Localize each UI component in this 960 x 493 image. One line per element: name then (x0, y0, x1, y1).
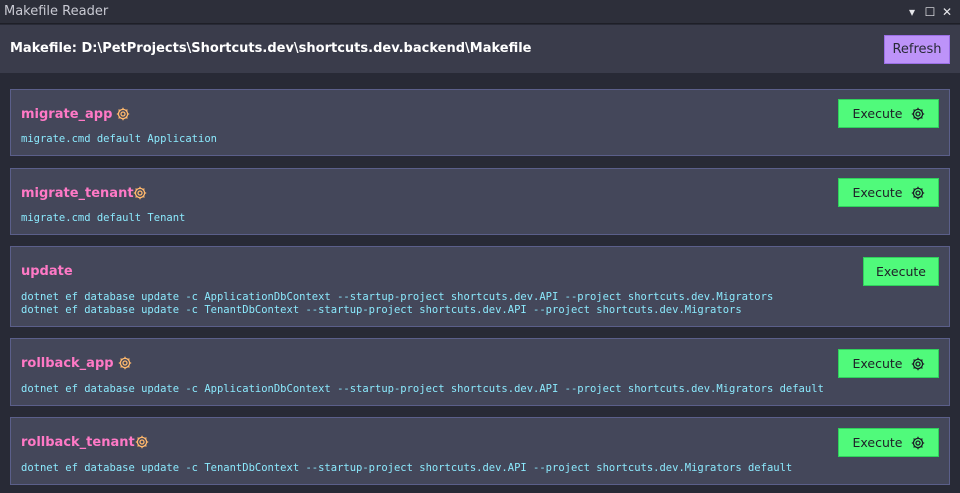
makefile-reader-window: Makefile Reader ▾ ☐ ✕ Makefile: D:\PetPr… (0, 0, 960, 493)
execute-button[interactable]: Execute (838, 428, 939, 457)
close-icon[interactable]: ✕ (940, 5, 954, 19)
execute-button[interactable]: Execute (863, 257, 939, 286)
target-card-rollback-tenant: rollback_tenant dotnet ef database updat… (10, 417, 950, 485)
target-name: migrate_tenant (21, 186, 134, 201)
gear-icon (116, 106, 130, 121)
makefile-path-title: Makefile: D:\PetProjects\Shortcuts.dev\s… (10, 41, 532, 56)
execute-button[interactable]: Execute (838, 178, 939, 207)
target-name: update (21, 264, 73, 279)
title-bar: Makefile Reader ▾ ☐ ✕ (0, 0, 960, 24)
target-name: rollback_app (21, 356, 114, 371)
maximize-icon[interactable]: ☐ (923, 5, 937, 19)
execute-label: Execute (852, 435, 903, 450)
window-title: Makefile Reader (4, 4, 109, 19)
header-bar: Makefile: D:\PetProjects\Shortcuts.dev\s… (0, 25, 960, 73)
target-command: dotnet ef database update -c TenantDbCon… (21, 304, 742, 316)
gear-icon (118, 355, 132, 370)
target-command: dotnet ef database update -c Application… (21, 383, 824, 395)
target-card-update: update dotnet ef database update -c Appl… (10, 246, 950, 327)
execute-label: Execute (852, 356, 903, 371)
execute-label: Execute (852, 106, 903, 121)
gear-icon (911, 357, 925, 371)
gear-icon (135, 434, 149, 449)
target-command: dotnet ef database update -c Application… (21, 291, 774, 303)
target-command: migrate.cmd default Application (21, 133, 217, 145)
gear-icon (133, 185, 147, 200)
execute-button[interactable]: Execute (838, 99, 939, 128)
gear-icon (911, 436, 925, 450)
target-name: migrate_app (21, 107, 113, 122)
target-command: migrate.cmd default Tenant (21, 212, 186, 224)
refresh-button[interactable]: Refresh (884, 35, 950, 64)
gear-icon (911, 186, 925, 200)
target-card-migrate-tenant: migrate_tenant migrate.cmd default Tenan… (10, 168, 950, 235)
execute-label: Execute (852, 185, 903, 200)
gear-icon (911, 107, 925, 121)
target-card-rollback-app: rollback_app dotnet ef database update -… (10, 338, 950, 406)
execute-button[interactable]: Execute (838, 349, 939, 378)
target-card-migrate-app: migrate_app migrate.cmd default Applicat… (10, 89, 950, 156)
target-command: dotnet ef database update -c TenantDbCon… (21, 462, 793, 474)
execute-label: Execute (876, 264, 926, 279)
target-name: rollback_tenant (21, 435, 135, 450)
dropdown-icon[interactable]: ▾ (905, 5, 919, 19)
